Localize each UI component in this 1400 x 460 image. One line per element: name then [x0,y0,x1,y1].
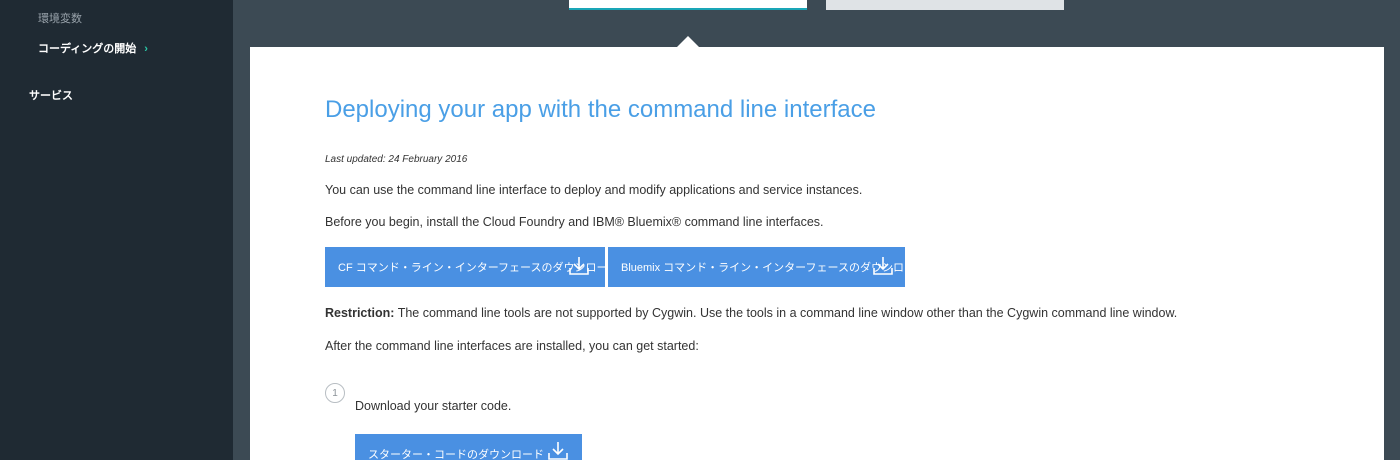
sidebar-item-label: コーディングの開始 [38,43,137,55]
bluemix-cli-download-button[interactable]: Bluemix コマンド・ライン・インターフェースのダウンロード [608,247,905,287]
button-label: CF コマンド・ライン・インターフェースのダウンロード [338,262,605,274]
restriction-text: The command line tools are not supported… [394,306,1178,320]
button-label: Bluemix コマンド・ライン・インターフェースのダウンロード [621,262,905,274]
download-icon [548,442,568,460]
restriction-note: Restriction: The command line tools are … [325,306,1177,320]
cf-cli-download-button[interactable]: CF コマンド・ライン・インターフェースのダウンロード [325,247,605,287]
sidebar-item-environment-variables[interactable]: 環境変数 [38,10,82,26]
starter-code-download-button[interactable]: スターター・コードのダウンロード [355,434,582,460]
sidebar-item-label: サービス [29,90,73,102]
intro-text: You can use the command line interface t… [325,183,863,197]
content-panel: Deploying your app with the command line… [250,47,1384,460]
button-label: スターター・コードのダウンロード [368,449,544,460]
step-text: Download your starter code. [355,399,512,413]
sidebar: 環境変数 コーディングの開始 › サービス [0,0,233,460]
panel-pointer [677,36,699,47]
page-title: Deploying your app with the command line… [325,96,876,123]
prerequisite-text: Before you begin, install the Cloud Foun… [325,215,824,229]
sidebar-item-start-coding[interactable]: コーディングの開始 › [38,40,148,56]
sidebar-item-services[interactable]: サービス [29,87,73,103]
getting-started-text: After the command line interfaces are in… [325,339,699,353]
download-icon [569,257,589,275]
tab-inactive[interactable] [826,0,1064,10]
last-updated: Last updated: 24 February 2016 [325,154,468,165]
chevron-right-icon: › [144,43,148,55]
download-icon [873,257,893,275]
restriction-label: Restriction: [325,306,395,320]
sidebar-item-label: 環境変数 [38,13,82,25]
tab-active[interactable] [569,0,807,10]
step-number: 1 [325,383,345,403]
